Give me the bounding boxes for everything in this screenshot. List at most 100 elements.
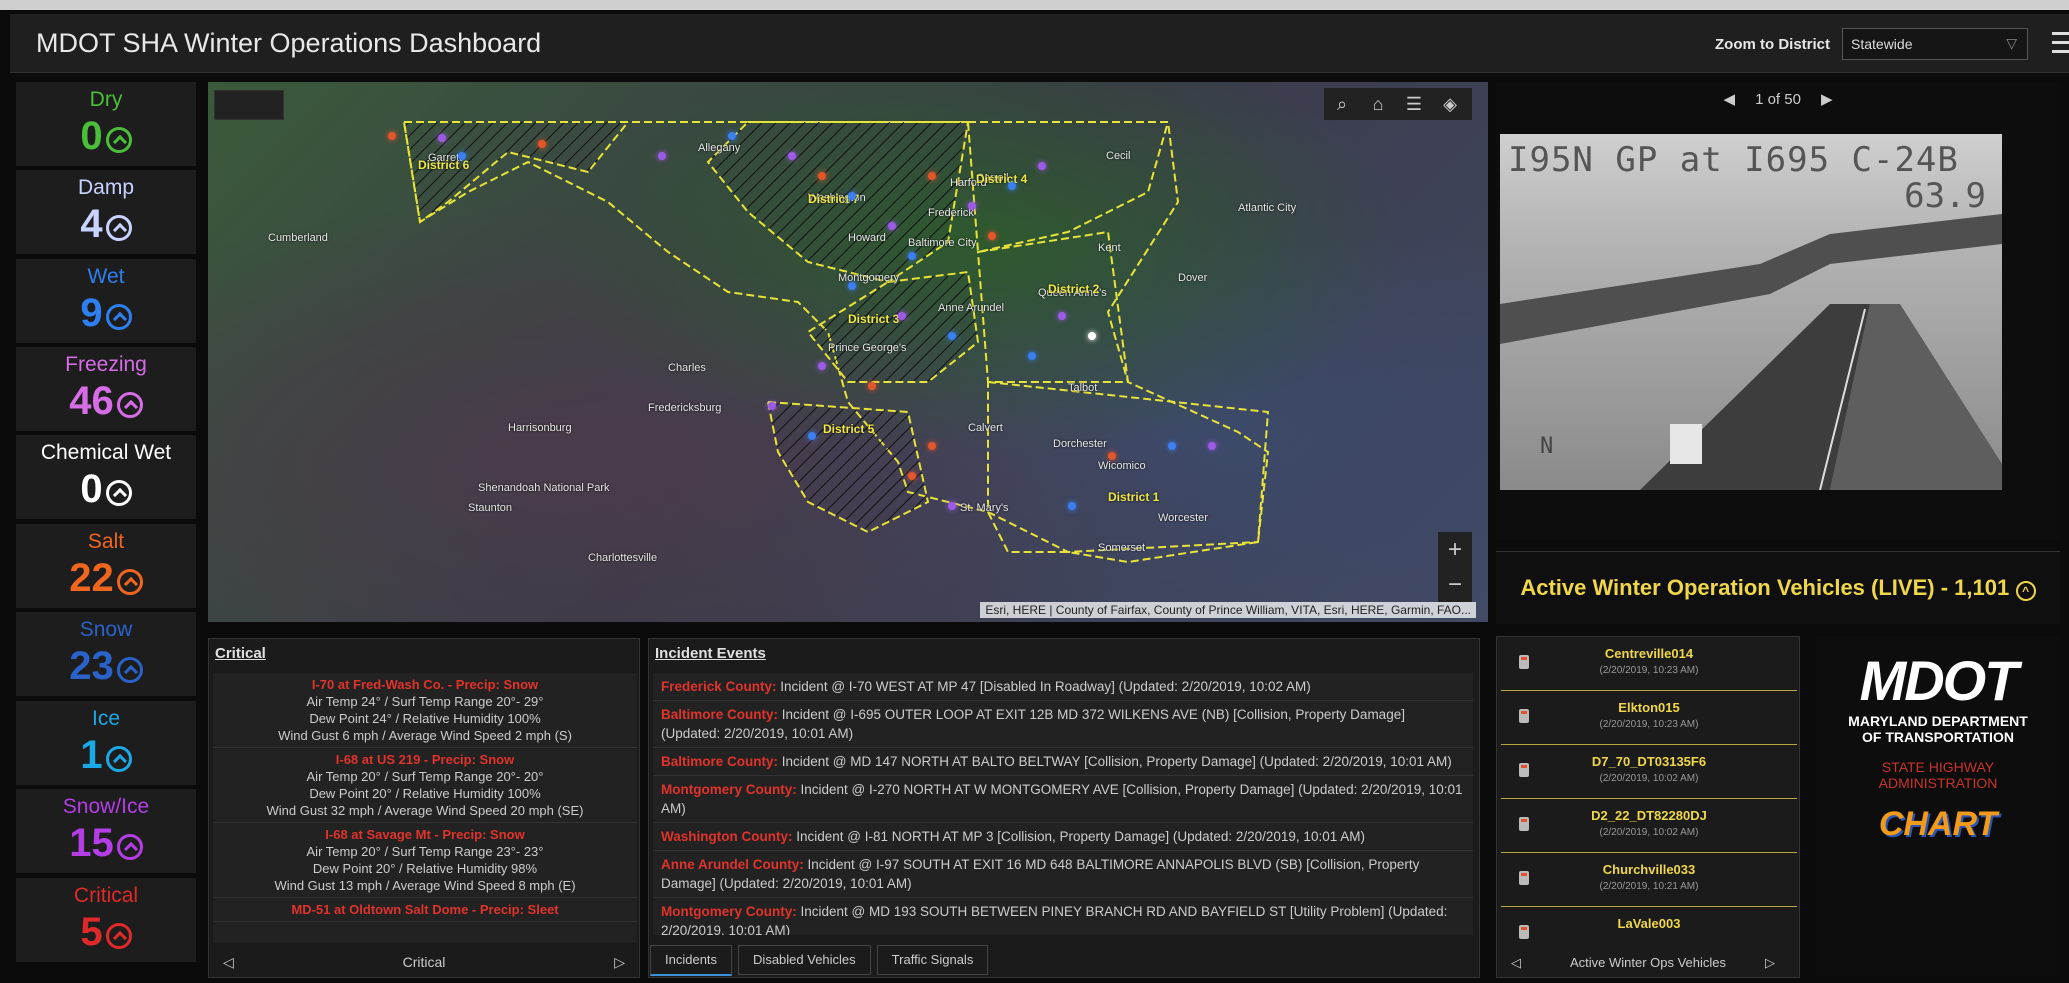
map-district-label: District 4 <box>976 172 1028 186</box>
incident-item[interactable]: Baltimore County: Incident @ MD 147 NORT… <box>653 748 1473 776</box>
map-marker[interactable] <box>728 132 736 140</box>
district-select[interactable]: Statewide ▽ <box>1842 28 2028 60</box>
condition-tile[interactable]: Wet 9 <box>16 259 196 343</box>
condition-tile[interactable]: Chemical Wet 0 <box>16 435 196 519</box>
map-marker[interactable] <box>948 502 956 510</box>
mdot-logo: MDOT <box>1816 648 2060 713</box>
map-marker[interactable] <box>808 432 816 440</box>
search-icon[interactable]: ⌕ <box>1324 88 1360 120</box>
critical-item[interactable]: MD-51 at Oldtown Salt Dome - Precip: Sle… <box>213 898 637 922</box>
map-marker[interactable] <box>538 140 546 148</box>
tab-traffic-signals[interactable]: Traffic Signals <box>876 945 989 975</box>
chevron-up-circle-icon[interactable] <box>116 833 143 860</box>
chevron-up-circle-icon[interactable] <box>105 745 132 772</box>
incident-item[interactable]: Anne Arundel County: Incident @ I-97 SOU… <box>653 851 1473 898</box>
map-marker[interactable] <box>788 152 796 160</box>
condition-tile[interactable]: Ice 1 <box>16 701 196 785</box>
prev-button[interactable]: ◁ <box>223 947 234 977</box>
map-marker[interactable] <box>908 472 916 480</box>
critical-item[interactable]: I-70 at Fred-Wash Co. - Precip: Snow Air … <box>213 673 637 748</box>
map-marker[interactable] <box>968 202 976 210</box>
map-marker[interactable] <box>898 312 906 320</box>
map-marker[interactable] <box>888 222 896 230</box>
map-marker[interactable] <box>818 172 826 180</box>
critical-item-detail: Dew Point 24° / Relative Humidity 100% <box>309 711 541 726</box>
map-marker[interactable] <box>908 252 916 260</box>
map-marker[interactable] <box>1168 442 1176 450</box>
map-marker[interactable] <box>948 332 956 340</box>
incident-item[interactable]: Washington County: Incident @ I-81 NORTH… <box>653 823 1473 851</box>
chevron-up-circle-icon[interactable] <box>116 391 143 418</box>
map-marker[interactable] <box>988 232 996 240</box>
prev-button[interactable]: ◁ <box>1511 949 1521 977</box>
map-marker[interactable] <box>868 382 876 390</box>
chevron-up-circle-icon[interactable] <box>105 303 132 330</box>
incident-item[interactable]: Montgomery County: Incident @ I-270 NORT… <box>653 776 1473 823</box>
condition-tile[interactable]: Critical 5 <box>16 878 196 962</box>
condition-tile[interactable]: Snow/Ice 15 <box>16 789 196 873</box>
home-icon[interactable]: ⌂ <box>1360 88 1396 120</box>
active-vehicles-header[interactable]: Active Winter Operation Vehicles (LIVE) … <box>1496 551 2060 624</box>
map-marker[interactable] <box>1088 332 1096 340</box>
critical-item-title: I-68 at Savage Mt - Precip: Snow <box>325 827 525 842</box>
next-button[interactable]: ▷ <box>614 947 625 977</box>
zoom-in-button[interactable]: + <box>1438 532 1472 567</box>
traffic-camera-image[interactable]: I95N GP at I695 C-24B 63.9 N <box>1500 134 2002 490</box>
next-camera-button[interactable]: ▶ <box>1821 91 1833 108</box>
zoom-out-button[interactable]: − <box>1438 567 1472 602</box>
map-place-label: Worcester <box>1158 512 1208 524</box>
chevron-up-circle-icon[interactable] <box>105 479 132 506</box>
tab-incidents[interactable]: Incidents <box>650 945 733 976</box>
vehicle-item[interactable]: Elkton015 (2/20/2019, 10:23 AM) <box>1501 691 1797 745</box>
map-place-label: Calvert <box>968 422 1003 434</box>
chevron-up-circle-icon[interactable] <box>105 214 132 241</box>
incident-item[interactable]: Frederick County: Incident @ I-70 WEST A… <box>653 673 1473 701</box>
prev-camera-button[interactable]: ◀ <box>1724 91 1736 108</box>
condition-tile[interactable]: Snow 23 <box>16 612 196 696</box>
map-marker[interactable] <box>768 402 776 410</box>
condition-tile[interactable]: Salt 22 <box>16 524 196 608</box>
vehicle-item[interactable]: LaVale003 <box>1501 907 1797 947</box>
critical-item[interactable]: I-68 at US 219 - Precip: Snow Air Temp 20… <box>213 748 637 823</box>
hamburger-menu-icon[interactable] <box>2052 26 2069 56</box>
map-place-label: Allegany <box>698 142 741 154</box>
map-marker[interactable] <box>848 282 856 290</box>
map-marker[interactable] <box>928 172 936 180</box>
next-button[interactable]: ▷ <box>1765 949 1775 977</box>
map-marker[interactable] <box>658 152 666 160</box>
incident-item[interactable]: Montgomery County: Incident @ MD 193 SOU… <box>653 898 1473 935</box>
map-marker[interactable] <box>848 192 856 200</box>
map-legend-toggle[interactable] <box>214 90 284 120</box>
chevron-up-circle-icon[interactable] <box>105 126 132 153</box>
condition-tile[interactable]: Freezing 46 <box>16 347 196 431</box>
map-marker[interactable] <box>928 442 936 450</box>
vehicle-item[interactable]: Centreville014 (2/20/2019, 10:23 AM) <box>1501 637 1797 691</box>
layers-icon[interactable]: ◈ <box>1432 88 1468 120</box>
map-marker[interactable] <box>388 132 396 140</box>
map-marker[interactable] <box>1208 442 1216 450</box>
incident-item[interactable]: Baltimore County: Incident @ I-695 OUTER… <box>653 701 1473 748</box>
camera-milepost: 63.9 <box>1904 176 1986 216</box>
map-marker[interactable] <box>1058 312 1066 320</box>
map-marker[interactable] <box>1008 182 1016 190</box>
critical-item[interactable]: I-68 at Savage Mt - Precip: Snow Air Temp… <box>213 823 637 898</box>
chevron-up-circle-icon[interactable] <box>105 922 132 949</box>
map-marker[interactable] <box>1028 352 1036 360</box>
vehicle-name: Centreville014 <box>1604 646 1694 661</box>
condition-tile[interactable]: Damp 4 <box>16 170 196 254</box>
map-marker[interactable] <box>1108 452 1116 460</box>
list-icon[interactable]: ☰ <box>1396 88 1432 120</box>
map-marker[interactable] <box>1068 502 1076 510</box>
vehicle-item[interactable]: Churchville033 (2/20/2019, 10:21 AM) <box>1501 853 1797 907</box>
map-marker[interactable] <box>458 152 466 160</box>
map-marker[interactable] <box>1038 162 1046 170</box>
map-marker[interactable] <box>438 134 446 142</box>
chevron-up-circle-icon[interactable] <box>116 656 143 683</box>
map-marker[interactable] <box>818 362 826 370</box>
tab-disabled-vehicles[interactable]: Disabled Vehicles <box>738 945 871 975</box>
chevron-up-circle-icon[interactable] <box>116 568 143 595</box>
map-view[interactable]: Garrett Allegany Washington Carroll Harford C… <box>208 82 1488 622</box>
condition-tile[interactable]: Dry 0 <box>16 82 196 166</box>
vehicle-item[interactable]: D2_22_DT82280DJ (2/20/2019, 10:02 AM) <box>1501 799 1797 853</box>
vehicle-item[interactable]: D7_70_DT03135F6 (2/20/2019, 10:02 AM) <box>1501 745 1797 799</box>
